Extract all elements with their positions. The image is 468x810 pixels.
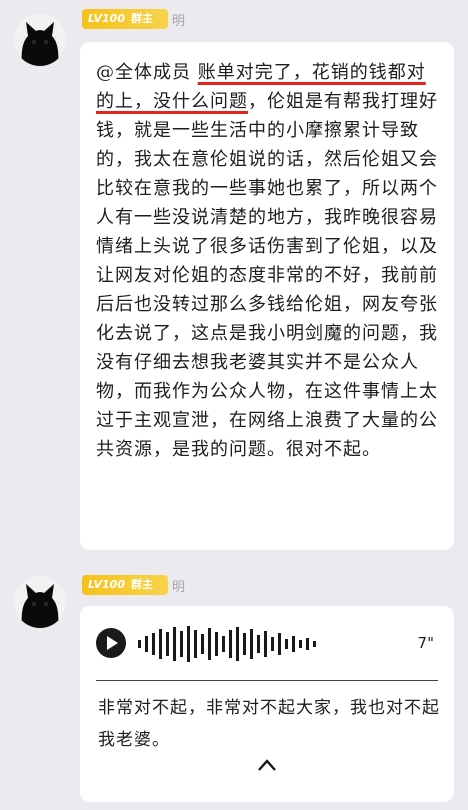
badge-level: LV100	[88, 12, 125, 25]
badge-role: 群主	[130, 12, 153, 25]
level-badge: LV100 群主	[82, 575, 168, 595]
badge-role: 群主	[130, 578, 153, 591]
chevron-up-icon[interactable]	[257, 758, 277, 772]
divider	[96, 680, 438, 681]
voice-bubble[interactable]: 7" 非常对不起，非常对不起大家，我也对不起我老婆。	[80, 606, 454, 802]
avatar[interactable]	[14, 14, 66, 66]
nickname[interactable]: 明	[172, 576, 185, 595]
level-badge: LV100 群主	[82, 9, 168, 29]
message-2: LV100 群主 明 7" 非常对不起，非常对不起大家，我也对不起我老婆。	[0, 570, 468, 810]
message-bubble[interactable]: @全体成员 账单对完了，花销的钱都对的上，没什么问题，伦姐是有帮我打理好钱，就是…	[80, 42, 454, 550]
message-text: @全体成员 账单对完了，花销的钱都对的上，没什么问题，伦姐是有帮我打理好钱，就是…	[96, 58, 440, 464]
nickname[interactable]: 明	[172, 10, 185, 29]
voice-duration: 7"	[417, 634, 434, 652]
voice-transcript: 非常对不起，非常对不起大家，我也对不起我老婆。	[98, 698, 440, 750]
black-cat-icon	[14, 14, 66, 66]
waveform-icon	[138, 626, 316, 662]
badge-level: LV100	[88, 578, 125, 591]
play-icon[interactable]	[96, 628, 126, 658]
mention-all: @全体成员	[96, 62, 198, 83]
black-cat-icon	[14, 576, 66, 628]
message-body: ，伦姐是有帮我打理好钱，就是一些生活中的小摩擦累计导致的，我太在意伦姐说的话，然…	[96, 91, 438, 460]
voice-player[interactable]: 7"	[96, 624, 438, 664]
avatar[interactable]	[14, 576, 66, 628]
message-1: LV100 群主 明 @全体成员 账单对完了，花销的钱都对的上，没什么问题，伦姐…	[0, 0, 468, 560]
